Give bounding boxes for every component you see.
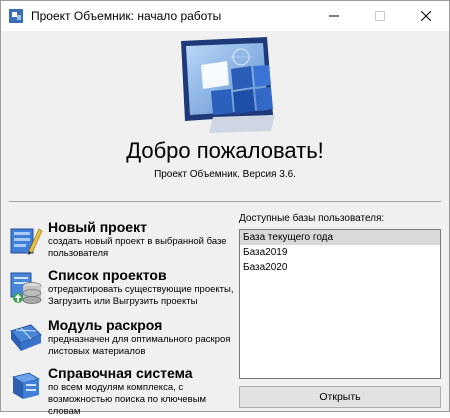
list-item[interactable]: База2019 <box>240 245 440 260</box>
minimize-button[interactable] <box>311 1 357 31</box>
maximize-button[interactable] <box>357 1 403 31</box>
cutting-module-title: Модуль раскроя <box>48 317 163 333</box>
new-project-desc: создать новый проект в выбранной базе по… <box>48 236 227 259</box>
version-text: Проект Объемник. Версия 3.6. <box>154 169 296 180</box>
help-system-item[interactable]: Справочная система по всем модулям компл… <box>9 365 234 417</box>
project-list-desc: отредактировать существующие проекты, За… <box>48 284 234 307</box>
close-icon <box>421 11 431 21</box>
cutting-module-desc: предназначен для оптимального раскроя ли… <box>48 334 231 357</box>
title-bar: Проект Объемник: начало работы <box>1 1 449 31</box>
help-system-desc: по всем модулям комплекса, с возможность… <box>48 382 207 417</box>
databases-label: Доступные базы пользователя: <box>239 213 385 224</box>
cutting-module-item[interactable]: Модуль раскроя предназначен для оптималь… <box>9 317 234 361</box>
open-button[interactable]: Открыть <box>239 386 441 408</box>
project-list-title: Список проектов <box>48 267 167 283</box>
list-item[interactable]: База2020 <box>240 260 440 275</box>
help-system-title: Справочная система <box>48 365 193 381</box>
new-project-icon <box>10 228 43 255</box>
project-list-item[interactable]: Список проектов отредактировать существу… <box>9 267 234 311</box>
project-list-icon <box>10 272 42 304</box>
new-project-item[interactable]: Новый проект создать новый проект в выбр… <box>9 219 234 263</box>
app-icon <box>9 9 23 23</box>
minimize-icon <box>329 15 339 17</box>
divider <box>9 201 441 202</box>
databases-list[interactable]: База текущего года База2019 База2020 <box>239 229 441 379</box>
window-title: Проект Объемник: начало работы <box>31 9 222 23</box>
start-window: Проект Объемник: начало работы Добро пож… <box>0 0 450 417</box>
welcome-heading: Добро пожаловать! <box>126 138 324 163</box>
list-item[interactable]: База текущего года <box>240 230 440 245</box>
cube-monitor-icon <box>181 37 275 133</box>
cutting-module-icon <box>10 324 42 351</box>
close-button[interactable] <box>403 1 449 31</box>
maximize-icon <box>375 11 385 21</box>
new-project-title: Новый проект <box>48 219 147 235</box>
help-icon <box>11 372 41 399</box>
